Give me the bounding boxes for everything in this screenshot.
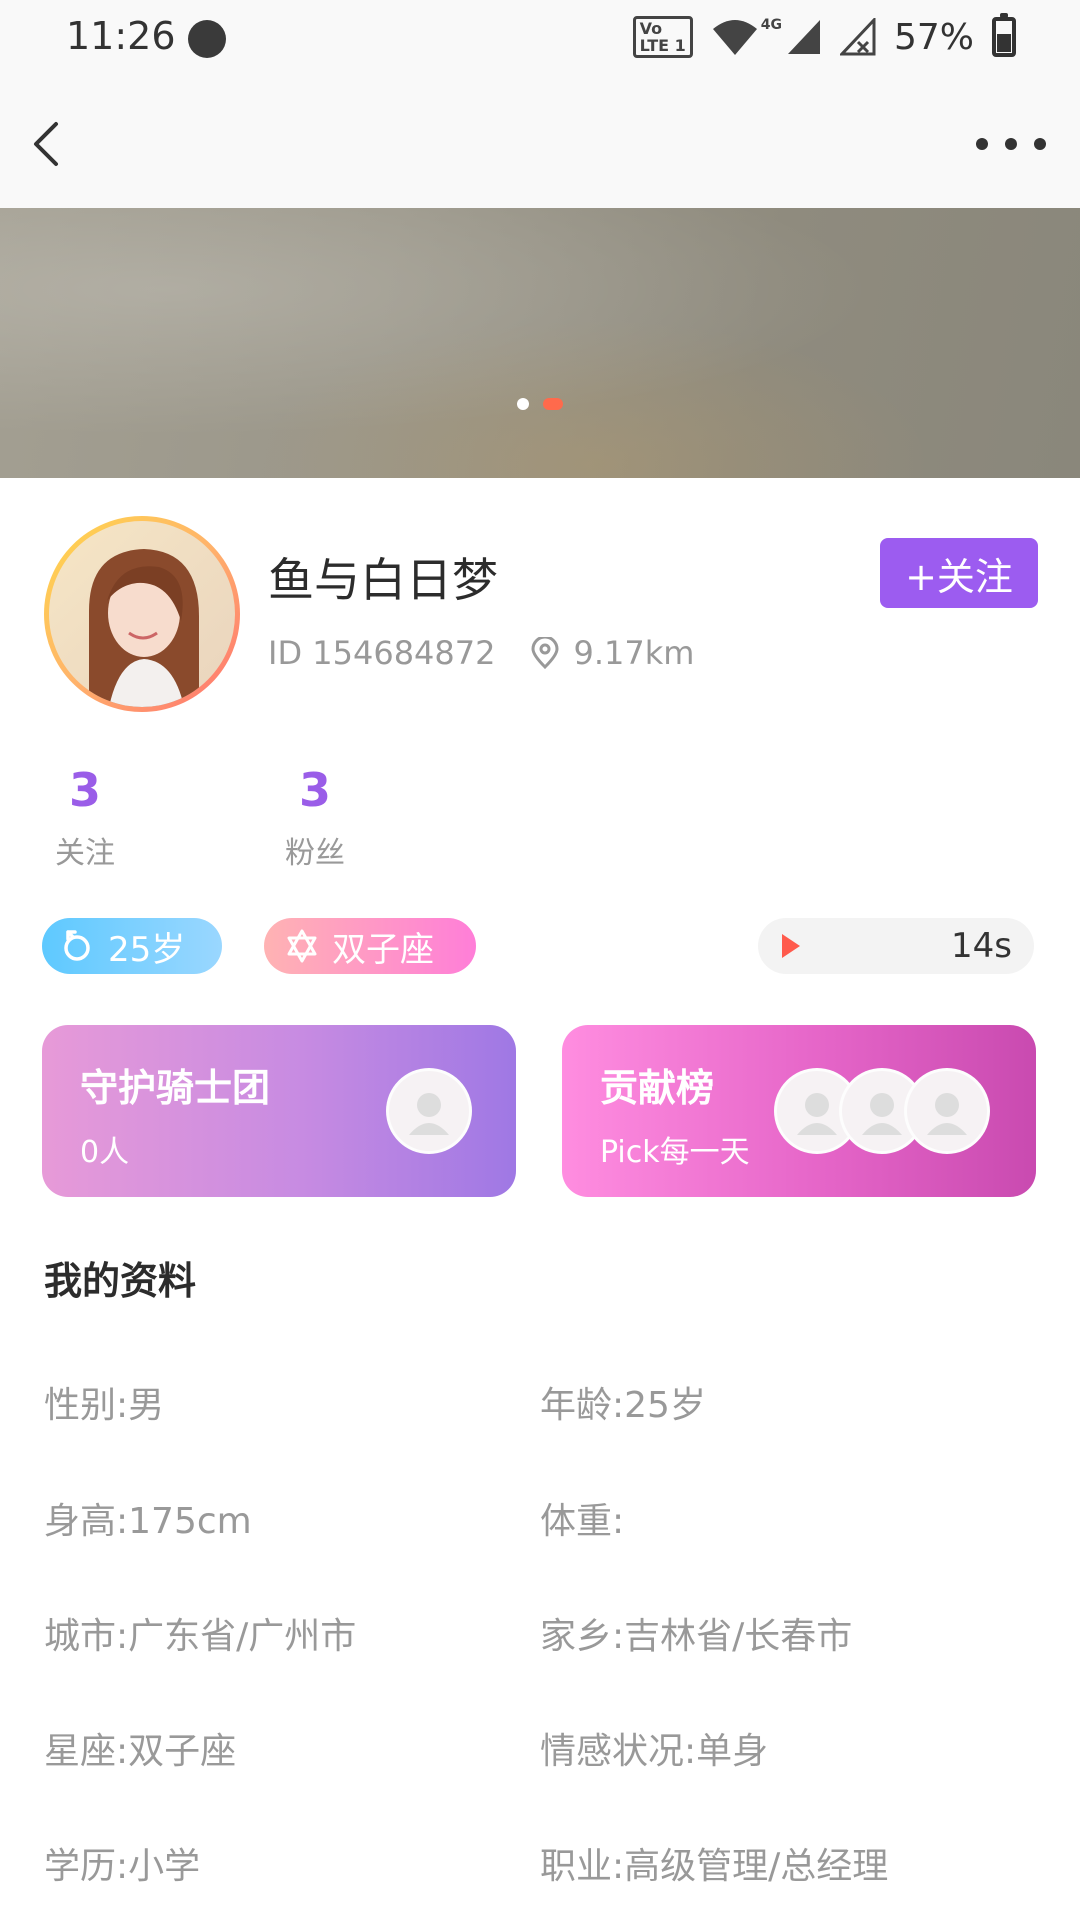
user-id: ID 154684872 xyxy=(268,634,496,672)
my-info-title: 我的资料 xyxy=(44,1259,197,1303)
star-of-david-icon xyxy=(287,929,317,963)
location-pin-icon xyxy=(531,637,559,669)
status-time: 11:26 xyxy=(66,14,176,58)
info-hometown: 家乡:吉林省/长春市 xyxy=(540,1616,853,1657)
status-bar: 11:26 Vo LTE 1 4G 57% xyxy=(0,0,1080,80)
more-button[interactable] xyxy=(976,124,1046,164)
network-type-label: 4G xyxy=(760,17,782,33)
zodiac-tag-label: 双子座 xyxy=(332,929,434,970)
following-label: 关注 xyxy=(55,836,115,871)
contribution-rank-card[interactable]: 贡献榜 Pick每一天 xyxy=(562,1025,1036,1197)
guard-card-title: 守护骑士团 xyxy=(80,1066,271,1110)
guard-card-count: 0人 xyxy=(80,1135,130,1170)
signal-no-service-icon xyxy=(839,18,876,56)
notification-icon xyxy=(188,20,226,58)
followers-stat[interactable]: 3 粉丝 xyxy=(255,760,375,872)
volte-icon: Vo LTE 1 xyxy=(632,16,693,58)
status-icons: Vo LTE 1 4G 57% xyxy=(632,13,1016,58)
distance: 9.17km xyxy=(573,634,695,672)
following-stat[interactable]: 3 关注 xyxy=(25,760,145,872)
info-age: 年龄:25岁 xyxy=(540,1385,706,1426)
chevron-left-icon xyxy=(34,122,58,166)
banner-dot-active xyxy=(543,398,563,410)
battery-icon xyxy=(992,13,1016,57)
info-relationship: 情感状况:单身 xyxy=(540,1731,769,1772)
avatar[interactable] xyxy=(44,516,240,712)
nav-bar xyxy=(0,80,1080,208)
more-dots-icon xyxy=(976,138,988,150)
banner-pagination xyxy=(0,398,1080,410)
male-gender-icon xyxy=(64,930,90,961)
nickname: 鱼与白日梦 xyxy=(268,553,498,607)
signal-icon xyxy=(787,20,820,54)
back-button[interactable] xyxy=(22,114,82,174)
followers-label: 粉丝 xyxy=(285,836,345,871)
contribution-card-title: 贡献榜 xyxy=(600,1066,715,1110)
info-occupation: 职业:高级管理/总经理 xyxy=(540,1846,889,1887)
info-gender: 性别:男 xyxy=(44,1385,165,1426)
banner-dot xyxy=(517,398,529,410)
profile-meta: ID 154684872 9.17km xyxy=(268,634,694,672)
photo-banner[interactable] xyxy=(0,208,1080,478)
following-count: 3 xyxy=(68,763,101,817)
age-tag: 25岁 xyxy=(42,918,222,974)
info-zodiac: 星座:双子座 xyxy=(44,1731,237,1772)
voice-duration: 14s xyxy=(951,926,1012,966)
info-education: 学历:小学 xyxy=(44,1846,201,1887)
info-weight: 体重: xyxy=(540,1501,625,1542)
battery-percent: 57% xyxy=(893,16,974,58)
avatar-image xyxy=(49,521,235,707)
guard-knights-card[interactable]: 守护骑士团 0人 xyxy=(42,1025,516,1197)
voice-intro-player[interactable]: 14s xyxy=(758,918,1034,974)
empty-avatar-icon xyxy=(904,1068,990,1154)
info-city: 城市:广东省/广州市 xyxy=(44,1616,357,1657)
zodiac-tag: 双子座 xyxy=(264,918,476,974)
follow-button[interactable]: +关注 xyxy=(880,538,1038,608)
play-icon xyxy=(782,934,800,958)
wifi-icon xyxy=(712,20,757,55)
empty-avatar-icon xyxy=(386,1068,472,1154)
followers-count: 3 xyxy=(298,763,331,817)
contribution-card-subtitle: Pick每一天 xyxy=(600,1135,750,1170)
info-height: 身高:175cm xyxy=(44,1501,252,1542)
age-tag-label: 25岁 xyxy=(108,929,186,970)
